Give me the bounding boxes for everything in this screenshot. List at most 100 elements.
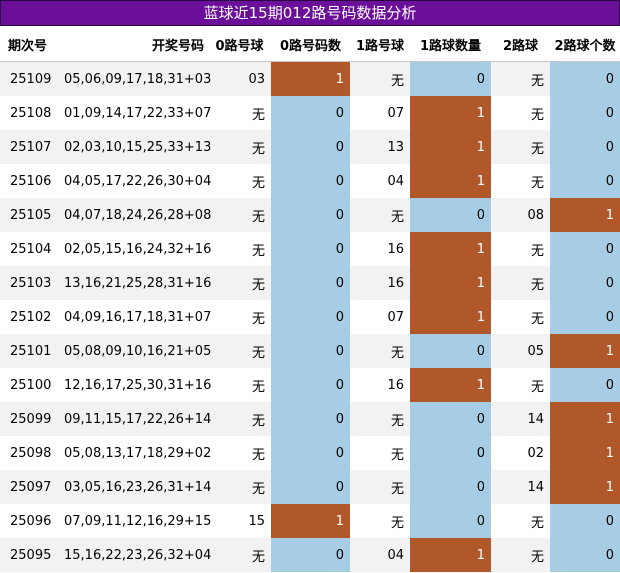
draw-numbers-cell: 04,07,18,24,26,28+08 <box>58 198 211 232</box>
table-row: 25100 12,16,17,25,30,31+16 无 0 16 1 无 0 <box>0 368 620 402</box>
route1-ball-cell: 无 <box>350 198 410 232</box>
period-cell: 25098 <box>0 436 58 470</box>
route2-ball-cell: 无 <box>491 61 550 96</box>
route2-count-cell: 1 <box>550 402 620 436</box>
table-row: 25102 04,09,16,17,18,31+07 无 0 07 1 无 0 <box>0 300 620 334</box>
route0-ball-cell: 无 <box>208 436 271 470</box>
route0-count-cell: 0 <box>271 266 350 300</box>
route0-count-cell: 0 <box>271 470 350 504</box>
route2-ball-cell: 无 <box>491 538 550 572</box>
route0-ball-cell: 无 <box>208 470 271 504</box>
header-row: 期次号 开奖号码 0路号球 0路号码数 1路号球 1路球数量 2路球 2路球个数 <box>0 27 620 62</box>
route1-ball-cell: 04 <box>350 538 410 572</box>
route0-count-cell: 0 <box>271 300 350 334</box>
period-cell: 25095 <box>0 538 58 572</box>
table-row: 25105 04,07,18,24,26,28+08 无 0 无 0 08 1 <box>0 198 620 232</box>
draw-numbers-cell: 03,05,16,23,26,31+14 <box>58 470 211 504</box>
route1-count-cell: 1 <box>410 164 491 198</box>
period-cell: 25108 <box>0 96 58 130</box>
route0-count-cell: 0 <box>271 130 350 164</box>
period-cell: 25101 <box>0 334 58 368</box>
route1-count-cell: 0 <box>410 334 491 368</box>
period-cell: 25106 <box>0 164 58 198</box>
route2-ball-cell: 无 <box>491 164 550 198</box>
draw-numbers-cell: 01,09,14,17,22,33+07 <box>58 96 211 130</box>
route1-ball-cell: 16 <box>350 368 410 402</box>
table-row: 25095 15,16,22,23,26,32+04 无 0 04 1 无 0 <box>0 538 620 572</box>
route0-ball-cell: 无 <box>208 300 271 334</box>
period-cell: 25099 <box>0 402 58 436</box>
header-route2-count: 2路球个数 <box>550 27 620 62</box>
route1-count-cell: 1 <box>410 368 491 402</box>
route2-ball-cell: 02 <box>491 436 550 470</box>
draw-numbers-cell: 07,09,11,12,16,29+15 <box>58 504 211 538</box>
route2-ball-cell: 无 <box>491 368 550 402</box>
route1-ball-cell: 无 <box>350 436 410 470</box>
route0-ball-cell: 无 <box>208 402 271 436</box>
route2-ball-cell: 无 <box>491 504 550 538</box>
route0-count-cell: 0 <box>271 198 350 232</box>
route1-count-cell: 0 <box>410 470 491 504</box>
route1-count-cell: 1 <box>410 130 491 164</box>
period-cell: 25096 <box>0 504 58 538</box>
route0-ball-cell: 无 <box>208 266 271 300</box>
route2-ball-cell: 无 <box>491 232 550 266</box>
route2-count-cell: 0 <box>550 96 620 130</box>
route2-ball-cell: 05 <box>491 334 550 368</box>
route2-count-cell: 0 <box>550 504 620 538</box>
table-row: 25099 09,11,15,17,22,26+14 无 0 无 0 14 1 <box>0 402 620 436</box>
route0-count-cell: 0 <box>271 96 350 130</box>
route0-count-cell: 0 <box>271 538 350 572</box>
header-route1-count: 1路球数量 <box>410 27 491 62</box>
route2-count-cell: 0 <box>550 61 620 96</box>
route2-ball-cell: 14 <box>491 470 550 504</box>
period-cell: 25109 <box>0 61 58 96</box>
route0-ball-cell: 无 <box>208 538 271 572</box>
header-numbers: 开奖号码 <box>58 27 208 62</box>
route1-ball-cell: 无 <box>350 61 410 96</box>
table-row: 25096 07,09,11,12,16,29+15 15 1 无 0 无 0 <box>0 504 620 538</box>
period-cell: 25105 <box>0 198 58 232</box>
route1-ball-cell: 07 <box>350 300 410 334</box>
route0-ball-cell: 15 <box>208 504 271 538</box>
route2-ball-cell: 08 <box>491 198 550 232</box>
route0-count-cell: 0 <box>271 436 350 470</box>
route2-ball-cell: 14 <box>491 402 550 436</box>
draw-numbers-cell: 04,09,16,17,18,31+07 <box>58 300 211 334</box>
route1-count-cell: 0 <box>410 436 491 470</box>
route0-ball-cell: 无 <box>208 164 271 198</box>
route2-count-cell: 1 <box>550 470 620 504</box>
table-row: 25097 03,05,16,23,26,31+14 无 0 无 0 14 1 <box>0 470 620 504</box>
route1-count-cell: 1 <box>410 538 491 572</box>
route2-ball-cell: 无 <box>491 266 550 300</box>
draw-numbers-cell: 05,08,09,10,16,21+05 <box>58 334 211 368</box>
route0-count-cell: 0 <box>271 334 350 368</box>
route1-count-cell: 0 <box>410 402 491 436</box>
route2-ball-cell: 无 <box>491 300 550 334</box>
route2-ball-cell: 无 <box>491 96 550 130</box>
period-cell: 25102 <box>0 300 58 334</box>
route1-ball-cell: 无 <box>350 334 410 368</box>
period-cell: 25104 <box>0 232 58 266</box>
route2-count-cell: 0 <box>550 300 620 334</box>
table-row: 25108 01,09,14,17,22,33+07 无 0 07 1 无 0 <box>0 96 620 130</box>
route0-ball-cell: 03 <box>208 61 271 96</box>
draw-numbers-cell: 15,16,22,23,26,32+04 <box>58 538 211 572</box>
route1-ball-cell: 无 <box>350 402 410 436</box>
route1-count-cell: 1 <box>410 300 491 334</box>
route2-count-cell: 0 <box>550 130 620 164</box>
header-route0-count: 0路号码数 <box>271 27 350 62</box>
route0-count-cell: 0 <box>271 164 350 198</box>
route2-count-cell: 0 <box>550 232 620 266</box>
draw-numbers-cell: 12,16,17,25,30,31+16 <box>58 368 211 402</box>
route0-count-cell: 1 <box>271 504 350 538</box>
table-row: 25098 05,08,13,17,18,29+02 无 0 无 0 02 1 <box>0 436 620 470</box>
route1-ball-cell: 13 <box>350 130 410 164</box>
route2-count-cell: 0 <box>550 368 620 402</box>
route0-ball-cell: 无 <box>208 198 271 232</box>
route0-ball-cell: 无 <box>208 232 271 266</box>
draw-numbers-cell: 02,03,10,15,25,33+13 <box>58 130 211 164</box>
route2-count-cell: 1 <box>550 436 620 470</box>
period-cell: 25100 <box>0 368 58 402</box>
period-cell: 25103 <box>0 266 58 300</box>
